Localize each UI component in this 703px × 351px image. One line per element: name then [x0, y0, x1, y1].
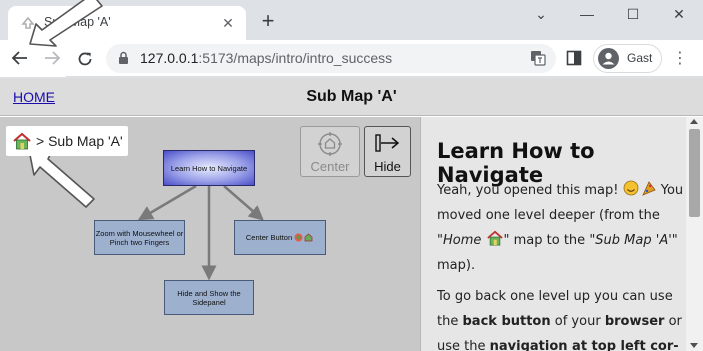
side-panel: Learn How to Navigate Yeah, you opened t… [420, 117, 703, 351]
url-host: 127.0.0.1 [140, 50, 199, 66]
home-icon [486, 230, 503, 246]
home-link[interactable]: HOME [13, 89, 55, 105]
page-title: Sub Map 'A' [306, 88, 397, 105]
map-node-main[interactable]: Learn How to Navigate [163, 150, 255, 186]
close-tab-icon[interactable]: ✕ [218, 13, 238, 33]
scroll-up-icon[interactable] [690, 119, 698, 124]
scroll-thumb[interactable] [689, 129, 700, 217]
arrow-left-icon [11, 51, 27, 65]
arrow-right-icon [45, 51, 61, 65]
party-emoji-icon [623, 180, 656, 196]
map-node-center-button[interactable]: Center Button [234, 220, 326, 255]
node-label: Zoom with Mousewheel or Pinch two Finger… [95, 228, 184, 247]
lock-icon [119, 51, 128, 64]
hide-panel-button[interactable]: Hide [364, 126, 411, 177]
node-label: Learn How to Navigate [170, 163, 248, 173]
minimize-button[interactable]: — [572, 4, 602, 24]
breadcrumb: > Sub Map 'A' [6, 126, 128, 156]
panel-paragraph-1: Yeah, you opened this map! You moved one… [437, 178, 687, 278]
tab-search-icon[interactable]: ⌄ [526, 4, 556, 24]
panel-paragraph-2: To go back one level up you can use the … [437, 284, 687, 351]
url-text: 127.0.0.1:5173/maps/intro/intro_success [140, 50, 392, 66]
p1-home-close: " [503, 233, 510, 248]
page: Sub Map 'A' HOME Learn How to Navigate Z… [0, 78, 703, 351]
new-tab-button[interactable]: + [255, 8, 281, 34]
breadcrumb-current: > Sub Map 'A' [36, 133, 123, 149]
p2-text-b: of your [554, 314, 601, 329]
crosshair-home-icon [318, 132, 342, 156]
window-close-button[interactable]: ✕ [664, 4, 694, 24]
reload-icon [78, 52, 92, 66]
hide-label: Hide [374, 159, 401, 174]
p1-text-d: map). [437, 258, 476, 273]
profile-label: Gast [627, 51, 653, 65]
tutorial-arrow-back-icon [29, 0, 103, 47]
node-label: Center Button [245, 233, 293, 242]
more-menu-icon[interactable]: ⋮ [672, 49, 688, 69]
app-header: Sub Map 'A' HOME [0, 78, 703, 116]
translate-icon[interactable] [530, 50, 546, 66]
map-canvas[interactable]: Learn How to Navigate Zoom with Mousewhe… [0, 117, 420, 351]
panel-scrollbar[interactable] [686, 117, 703, 351]
collapse-right-icon [375, 134, 400, 152]
p1-text-c: map to the [513, 233, 586, 248]
url-path: :5173/maps/intro/intro_success [198, 50, 393, 66]
p1-home-quote: "Home [437, 233, 482, 248]
address-bar[interactable]: 127.0.0.1:5173/maps/intro/intro_success [106, 44, 556, 73]
p1-sub-quote: "Sub Map 'A'" [589, 233, 678, 248]
person-icon [602, 52, 615, 65]
side-panel-icon[interactable] [566, 50, 582, 66]
profile-button[interactable]: Gast [593, 44, 662, 73]
center-label: Center [310, 159, 350, 174]
p2-nav: navigation at top left cor- [489, 339, 679, 351]
p1-text-a: Yeah, you opened this map! [437, 183, 619, 198]
maximize-button[interactable]: ☐ [618, 4, 648, 24]
map-node-zoom[interactable]: Zoom with Mousewheel or Pinch two Finger… [94, 220, 185, 255]
avatar [598, 48, 619, 69]
home-icon[interactable] [12, 132, 32, 150]
center-button[interactable]: Center [300, 126, 360, 177]
p2-back-button: back button [462, 314, 551, 329]
target-home-icon [294, 233, 313, 242]
scroll-down-icon[interactable] [690, 343, 698, 348]
node-label: Hide and Show the Sidepanel [177, 288, 241, 307]
p2-browser: browser [604, 314, 665, 329]
map-node-hide-show[interactable]: Hide and Show the Sidepanel [164, 280, 254, 315]
